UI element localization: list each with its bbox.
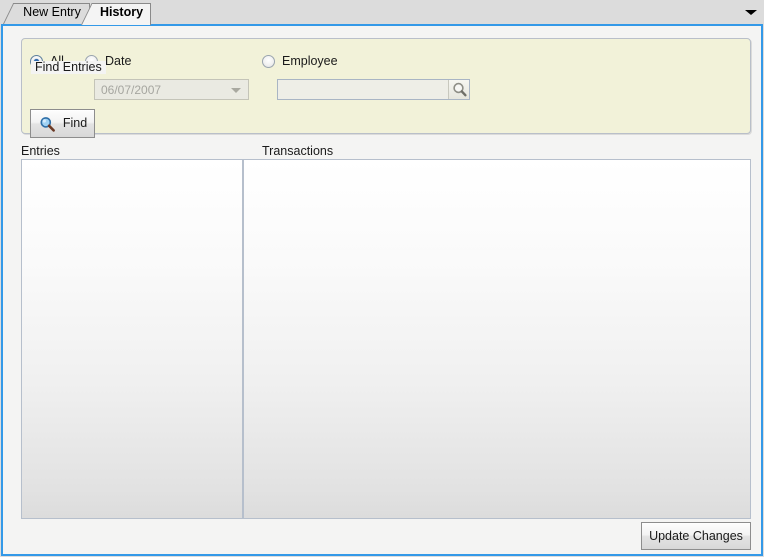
tab-history[interactable]: History xyxy=(81,3,151,25)
tab-strip: New Entry History xyxy=(0,0,764,25)
search-icon xyxy=(453,82,467,97)
employee-search-button[interactable] xyxy=(448,80,469,99)
date-value: 06/07/2007 xyxy=(101,83,162,97)
entries-label: Entries xyxy=(21,144,60,158)
tab-new-entry-label: New Entry xyxy=(23,5,81,19)
entries-list[interactable] xyxy=(21,159,243,519)
radio-date-label: Date xyxy=(105,54,132,68)
transactions-label: Transactions xyxy=(262,144,334,158)
application-window: New Entry History Find Entries All Date xyxy=(0,0,764,557)
update-changes-button[interactable]: Update Changes xyxy=(641,522,751,550)
find-button[interactable]: Find xyxy=(30,109,95,138)
radio-employee[interactable]: Employee xyxy=(262,54,338,68)
find-entries-title: Find Entries xyxy=(31,61,106,74)
employee-search-input[interactable] xyxy=(277,79,470,100)
transactions-list[interactable] xyxy=(243,159,751,519)
tab-history-label: History xyxy=(99,5,144,19)
radio-employee-label: Employee xyxy=(282,54,338,68)
tab-page-history: Find Entries All Date Employee 06/07/200… xyxy=(1,24,763,556)
find-button-label: Find xyxy=(62,116,88,130)
tab-overflow-button[interactable] xyxy=(745,9,757,17)
chevron-down-icon xyxy=(231,88,241,93)
search-icon xyxy=(40,117,55,132)
date-combo-box[interactable]: 06/07/2007 xyxy=(94,79,249,100)
tab-new-entry[interactable]: New Entry xyxy=(3,3,90,24)
radio-dot-icon xyxy=(262,54,275,68)
chevron-down-icon xyxy=(745,10,757,15)
